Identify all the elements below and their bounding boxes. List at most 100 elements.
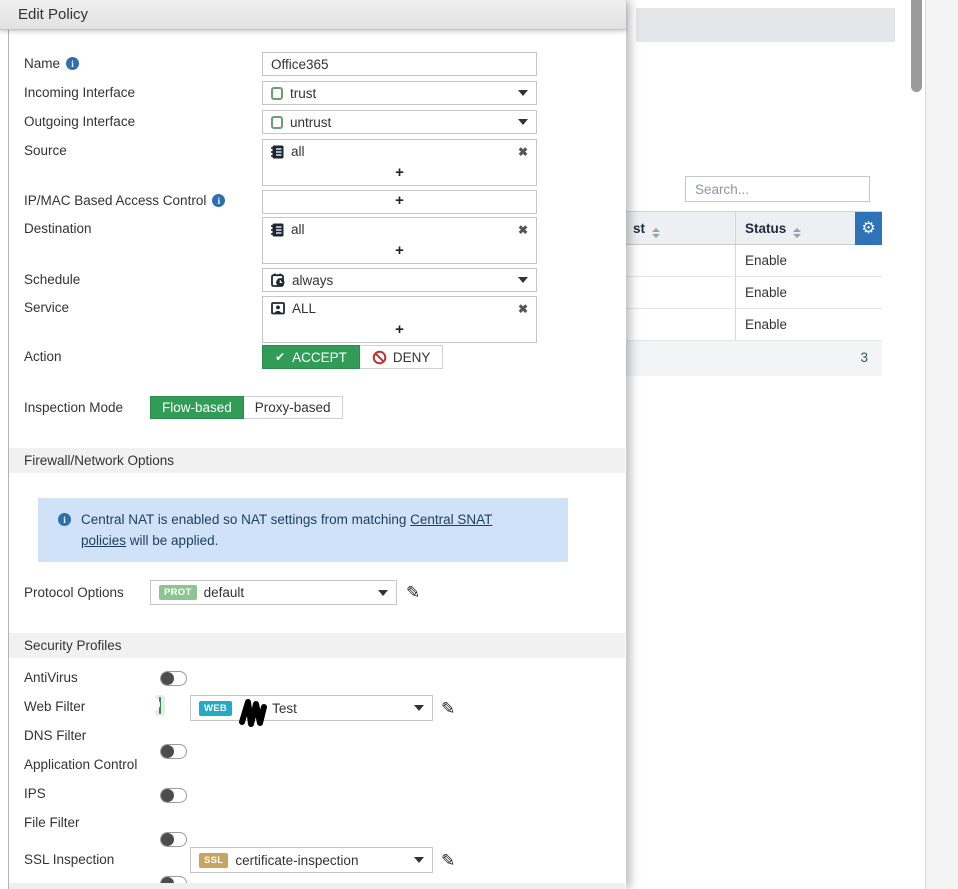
chevron-down-icon (414, 705, 424, 711)
web-filter-toggle[interactable] (147, 695, 165, 716)
source-box: all ✖ + (262, 139, 537, 186)
address-icon (271, 223, 284, 236)
destination-entry[interactable]: all ✖ (263, 218, 536, 241)
chevron-down-icon (518, 119, 528, 125)
column-header-partial[interactable]: st (633, 212, 661, 245)
section-firewall-network-options: Firewall/Network Options (9, 448, 625, 473)
dialog-title: Edit Policy (0, 0, 626, 30)
service-value: ALL (292, 301, 317, 316)
table-header: st Status ⚙ (625, 211, 882, 246)
service-add-button[interactable]: + (263, 320, 536, 342)
action-segment: ✔ ACCEPT DENY (262, 345, 444, 369)
address-icon (271, 145, 284, 158)
application-control-label: Application Control (24, 757, 138, 772)
application-control-toggle[interactable] (160, 788, 187, 803)
schedule-value: always (292, 272, 334, 288)
interface-icon (271, 86, 283, 100)
antivirus-label: AntiVirus (24, 670, 78, 685)
inspection-mode-label: Inspection Mode (24, 400, 124, 415)
info-icon: i (212, 194, 226, 207)
dns-filter-label: DNS Filter (24, 728, 87, 743)
destination-value: all (291, 222, 305, 237)
prot-badge: PROT (159, 585, 197, 600)
ipmac-add-button[interactable]: + (263, 191, 536, 213)
redaction-scribble (239, 699, 268, 727)
service-icon (271, 302, 285, 315)
incoming-interface-label: Incoming Interface (24, 85, 136, 100)
name-input[interactable] (262, 52, 537, 76)
remove-icon[interactable]: ✖ (518, 302, 528, 316)
interface-icon (271, 115, 283, 129)
toggle-knob (147, 698, 160, 711)
flow-based-button[interactable]: Flow-based (150, 396, 244, 419)
central-nat-alert: i Central NAT is enabled so NAT settings… (38, 498, 568, 562)
dialog-body: Namei Incoming Interface trust Outgoing … (0, 30, 626, 889)
destination-add-button[interactable]: + (263, 241, 536, 263)
protocol-options-select[interactable]: PROT default (150, 580, 397, 605)
deny-button[interactable]: DENY (359, 345, 444, 369)
outgoing-interface-select[interactable]: untrust (262, 110, 537, 134)
dns-filter-toggle[interactable] (160, 744, 187, 759)
schedule-select[interactable]: always (262, 268, 537, 292)
edit-web-filter-icon[interactable]: ✎ (441, 700, 455, 717)
ipmac-label: IP/MAC Based Access Control i (24, 193, 226, 208)
column-header-status[interactable]: Status (745, 212, 802, 245)
gear-icon: ⚙ (861, 220, 876, 237)
ssl-inspection-label: SSL Inspection (24, 852, 115, 867)
column-divider (735, 277, 736, 308)
table-row[interactable]: Enable (625, 309, 882, 341)
toggle-knob (161, 672, 174, 685)
web-filter-select[interactable]: WEB Test (190, 695, 433, 727)
protocol-options-label: Protocol Options (24, 585, 124, 600)
ssl-inspection-value: certificate-inspection (235, 852, 359, 868)
source-add-button[interactable]: + (263, 163, 536, 185)
chevron-down-icon (518, 277, 528, 283)
info-icon: i (66, 57, 80, 70)
right-side-panel (925, 0, 958, 889)
edit-policy-dialog: Edit Policy Namei Incoming Interface tru… (0, 0, 626, 889)
schedule-icon (271, 273, 285, 287)
column-divider (735, 212, 736, 244)
service-label: Service (24, 300, 70, 315)
ssl-badge: SSL (199, 852, 229, 868)
name-label: Name i (24, 56, 80, 71)
edit-ssl-inspection-icon[interactable]: ✎ (441, 852, 455, 869)
antivirus-toggle[interactable] (160, 671, 187, 686)
file-filter-label: File Filter (24, 815, 80, 830)
service-box: ALL ✖ + (262, 296, 537, 343)
web-filter-label: Web Filter (24, 699, 86, 714)
outgoing-interface-label: Outgoing Interface (24, 114, 136, 129)
table-footer-count: 3 (625, 341, 882, 376)
service-entry[interactable]: ALL ✖ (263, 297, 536, 320)
table-settings-button[interactable]: ⚙ (855, 212, 882, 246)
web-badge: WEB (199, 700, 233, 716)
ips-toggle[interactable] (160, 832, 187, 847)
schedule-label: Schedule (24, 272, 81, 287)
protocol-options-value: default (203, 585, 245, 600)
toggle-on (147, 697, 161, 714)
incoming-interface-select[interactable]: trust (262, 81, 537, 105)
source-entry[interactable]: all ✖ (263, 140, 536, 163)
remove-icon[interactable]: ✖ (518, 145, 528, 159)
ssl-inspection-select[interactable]: SSL certificate-inspection (190, 847, 433, 873)
table-row[interactable]: Enable (625, 245, 882, 277)
alert-text-before: Central NAT is enabled so NAT settings f… (81, 512, 411, 527)
chevron-down-icon (378, 589, 388, 596)
sort-icon (652, 228, 661, 238)
toggle-knob (161, 745, 174, 758)
alert-text-after: will be applied. (126, 532, 219, 548)
scrollbar-thumb[interactable] (911, 0, 922, 92)
source-label: Source (24, 143, 67, 158)
destination-box: all ✖ + (262, 217, 537, 264)
inspection-mode-segment: Flow-based Proxy-based (150, 396, 343, 419)
status-cell: Enable (745, 285, 788, 300)
proxy-based-button[interactable]: Proxy-based (243, 396, 343, 419)
search-input[interactable] (685, 176, 870, 202)
table-row[interactable]: Enable (625, 277, 882, 309)
remove-icon[interactable]: ✖ (518, 223, 528, 237)
edit-protocol-icon[interactable]: ✎ (406, 584, 420, 601)
accept-button[interactable]: ✔ ACCEPT (262, 345, 360, 369)
background-toolbar (636, 8, 895, 42)
policy-table: st Status ⚙ Enable Enable Enable 3 (625, 211, 882, 376)
sort-icon (793, 228, 802, 238)
